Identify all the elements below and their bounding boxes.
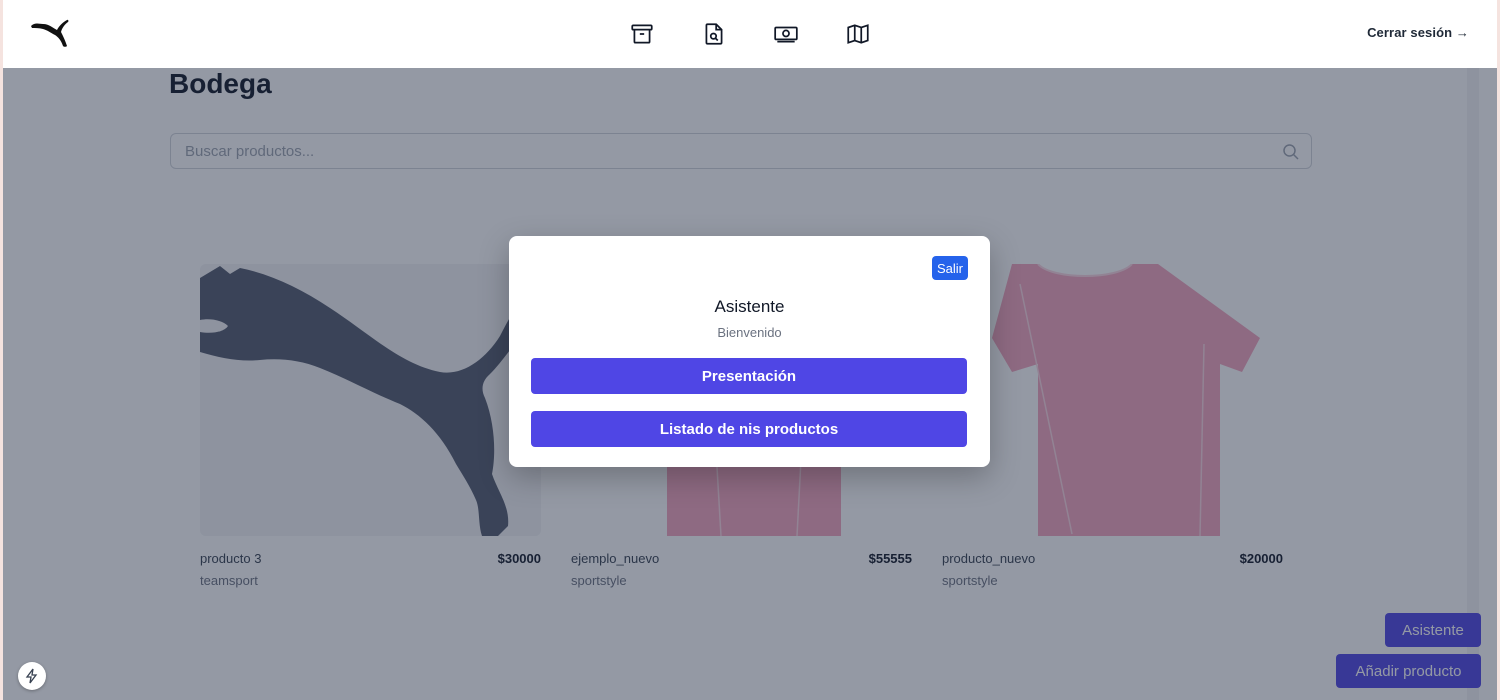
nav-sales-button[interactable] xyxy=(771,19,801,49)
top-navbar: Cerrar sesión → xyxy=(3,0,1497,68)
archive-box-icon xyxy=(631,24,653,44)
modal-subtitle: Bienvenido xyxy=(717,325,782,340)
puma-logo-icon[interactable] xyxy=(29,16,71,50)
dev-tools-button[interactable] xyxy=(18,662,46,690)
nav-warehouse-button[interactable] xyxy=(627,19,657,49)
map-icon xyxy=(847,24,869,44)
modal-title: Asistente xyxy=(714,297,785,316)
nav-map-button[interactable] xyxy=(843,19,873,49)
document-search-icon xyxy=(705,23,723,45)
presentation-button[interactable]: Presentación xyxy=(531,358,967,394)
banknotes-icon xyxy=(774,26,798,43)
main-nav xyxy=(627,19,873,49)
assistant-modal: Salir Asistente Bienvenido Presentación … xyxy=(509,236,990,467)
modal-close-button[interactable]: Salir xyxy=(931,256,968,280)
logout-link[interactable]: Cerrar sesión → xyxy=(1367,25,1469,40)
bolt-icon xyxy=(25,668,38,684)
product-list-button[interactable]: Listado de nis productos xyxy=(531,411,967,447)
nav-documents-button[interactable] xyxy=(699,19,729,49)
app-window: Cerrar sesión → Bodega produ xyxy=(3,0,1497,700)
